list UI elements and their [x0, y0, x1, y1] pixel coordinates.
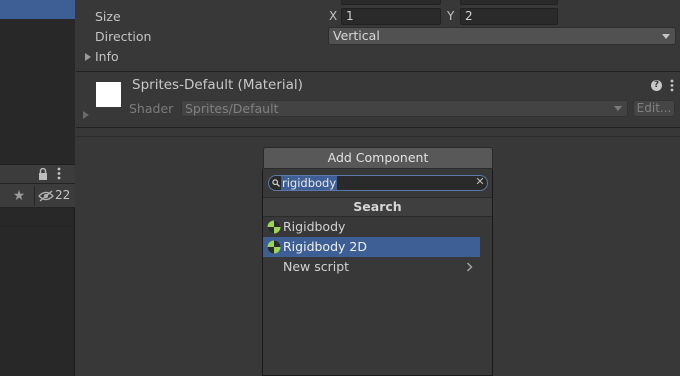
search-icon: [272, 179, 280, 187]
size-x-label[interactable]: X: [329, 9, 337, 23]
shader-dropdown[interactable]: Sprites/Default: [181, 100, 628, 117]
chevron-right-icon: [467, 262, 473, 272]
size-label: Size: [95, 9, 121, 24]
direction-dropdown[interactable]: Vertical: [328, 27, 676, 45]
size-x-field[interactable]: 1: [341, 8, 441, 25]
result-rigidbody-2d[interactable]: Rigidbody 2D: [263, 237, 480, 257]
material-menu-icon[interactable]: [670, 79, 674, 92]
material-title: Sprites-Default (Material): [132, 77, 303, 93]
direction-value: Vertical: [333, 28, 380, 43]
toolbar-separator: [34, 186, 35, 206]
dropdown-arrow-icon: [662, 34, 670, 39]
material-foldout-arrow-icon[interactable]: [83, 111, 89, 119]
add-component-button[interactable]: Add Component: [263, 147, 493, 169]
inspector-divider: [76, 71, 680, 72]
clear-search-icon[interactable]: ✕: [475, 176, 485, 187]
inspector-divider: [76, 136, 680, 137]
result-label: Rigidbody 2D: [283, 239, 367, 254]
project-list-divider: [0, 226, 75, 227]
more-options-icon[interactable]: [57, 167, 61, 180]
shader-value: Sprites/Default: [185, 101, 279, 116]
hierarchy-list: [0, 19, 75, 164]
hidden-count: 22: [55, 188, 71, 202]
hierarchy-selected-row[interactable]: [0, 0, 75, 19]
rigidbody-icon: [267, 220, 281, 234]
favorites-star-icon[interactable]: ★: [10, 186, 28, 206]
edit-shader-button[interactable]: Edit...: [633, 100, 675, 117]
result-label: Rigidbody: [283, 219, 346, 234]
search-section-header: Search: [263, 197, 492, 217]
hidden-eye-icon[interactable]: [38, 190, 54, 202]
shader-label: Shader: [129, 101, 174, 116]
material-thumbnail: [96, 82, 121, 107]
size-y-label[interactable]: Y: [447, 9, 454, 23]
rigidbody-icon: [267, 240, 281, 254]
offset-y-field[interactable]: [460, 0, 558, 5]
dropdown-arrow-icon: [614, 106, 622, 111]
result-new-script[interactable]: New script: [263, 257, 480, 277]
search-query[interactable]: rigidbody: [281, 176, 338, 190]
result-rigidbody[interactable]: Rigidbody: [263, 217, 480, 237]
size-y-field[interactable]: 2: [460, 8, 558, 25]
info-foldout-arrow-icon[interactable]: [85, 53, 91, 61]
lock-icon[interactable]: [38, 168, 48, 180]
info-label[interactable]: Info: [95, 49, 119, 64]
inspector-divider: [76, 127, 680, 128]
help-icon[interactable]: ?: [651, 80, 662, 91]
result-label: New script: [283, 259, 350, 274]
direction-label: Direction: [95, 29, 152, 44]
offset-x-field[interactable]: [341, 0, 441, 5]
